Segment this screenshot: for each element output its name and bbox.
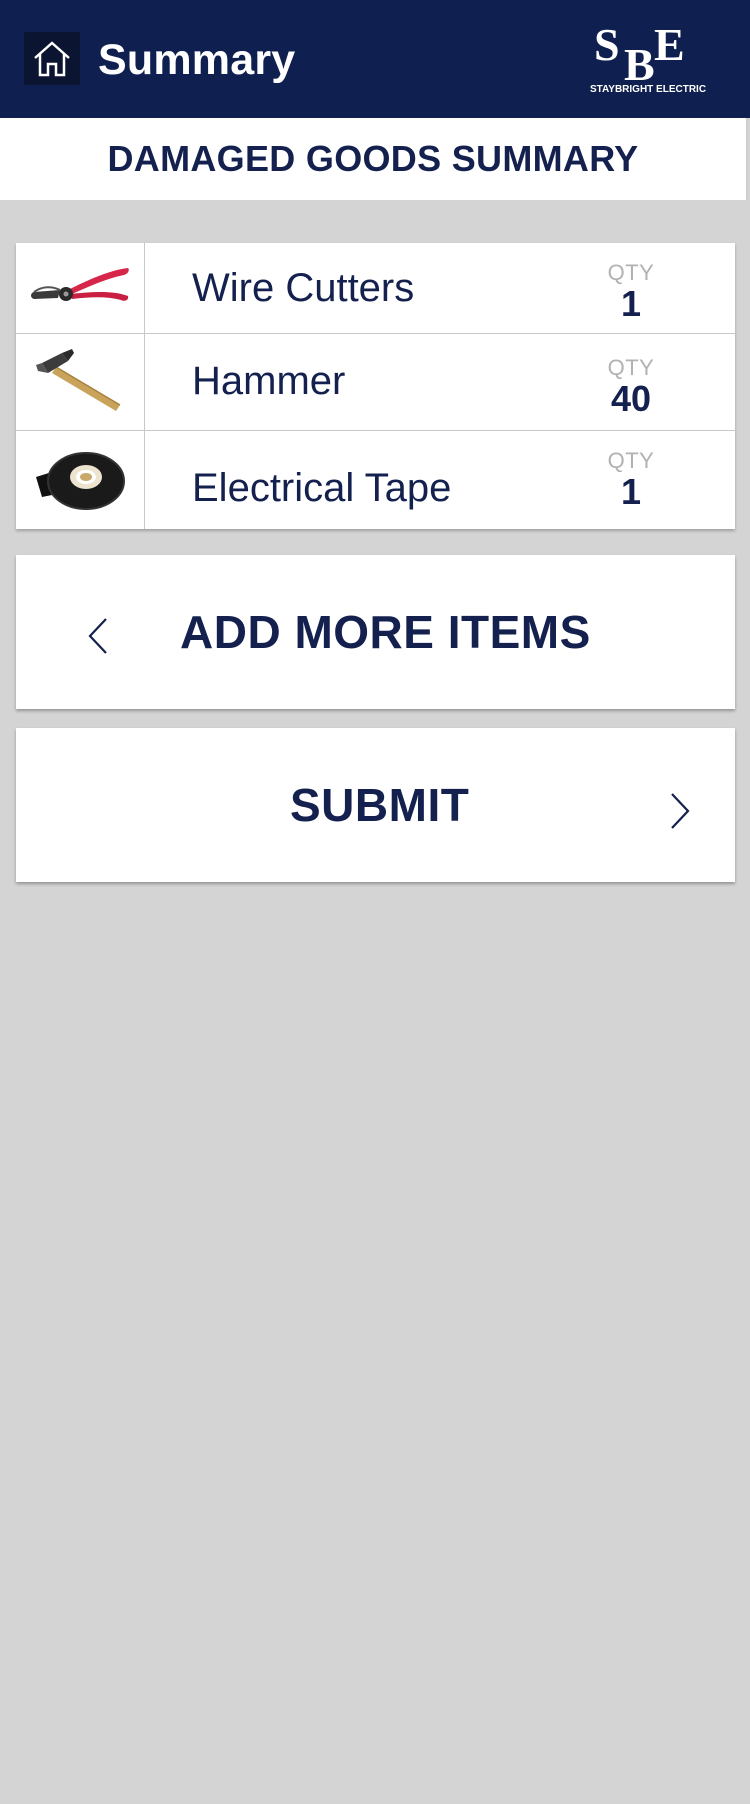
section-header: DAMAGED GOODS SUMMARY bbox=[0, 118, 748, 200]
electrical-tape-image bbox=[36, 452, 125, 510]
qty-label: QTY bbox=[607, 355, 655, 380]
logo-caption: STAYBRIGHT ELECTRIC bbox=[590, 84, 706, 95]
staybright-electric-logo: S B E STAYBRIGHT ELECTRIC bbox=[590, 19, 706, 95]
submit-label: SUBMIT bbox=[290, 779, 470, 831]
qty-value: 1 bbox=[620, 283, 642, 324]
app-header: Summary S B E STAYBRIGHT ELECTRIC bbox=[0, 0, 750, 118]
item-name: Hammer bbox=[192, 359, 346, 403]
logo-letters-s: S bbox=[594, 19, 620, 70]
logo-letters-e: E bbox=[654, 19, 685, 70]
item-thumbnail bbox=[16, 243, 145, 333]
damaged-items-list: Wire Cutters QTY 1 Hammer QTY 40 Electri… bbox=[16, 243, 735, 529]
chevron-left-icon bbox=[88, 618, 107, 654]
home-icon bbox=[34, 40, 70, 76]
qty-value: 40 bbox=[610, 378, 652, 419]
qty-value: 1 bbox=[620, 471, 642, 512]
add-more-items-button[interactable]: ADD MORE ITEMS bbox=[16, 555, 735, 709]
chevron-right-icon bbox=[671, 793, 690, 829]
item-name: Electrical Tape bbox=[192, 466, 452, 510]
item-name: Wire Cutters bbox=[192, 266, 415, 310]
page-title: Summary bbox=[98, 36, 296, 84]
add-more-items-label: ADD MORE ITEMS bbox=[180, 606, 591, 658]
qty-block: QTY 1 bbox=[576, 261, 686, 323]
section-title: DAMAGED GOODS SUMMARY bbox=[107, 138, 639, 179]
qty-label: QTY bbox=[607, 448, 655, 473]
list-item[interactable]: Hammer QTY 40 bbox=[16, 334, 735, 431]
qty-block: QTY 40 bbox=[576, 356, 686, 418]
home-button[interactable] bbox=[24, 32, 80, 85]
item-thumbnail bbox=[16, 334, 145, 430]
list-item[interactable]: Electrical Tape QTY 1 bbox=[16, 431, 735, 529]
item-thumbnail bbox=[16, 431, 145, 529]
submit-button[interactable]: SUBMIT bbox=[16, 728, 735, 882]
qty-block: QTY 1 bbox=[576, 449, 686, 511]
qty-label: QTY bbox=[607, 260, 655, 285]
wire-cutters-image bbox=[31, 268, 129, 301]
list-item[interactable]: Wire Cutters QTY 1 bbox=[16, 243, 735, 334]
hammer-image bbox=[36, 349, 121, 411]
logo-letters-b: B bbox=[624, 39, 655, 90]
